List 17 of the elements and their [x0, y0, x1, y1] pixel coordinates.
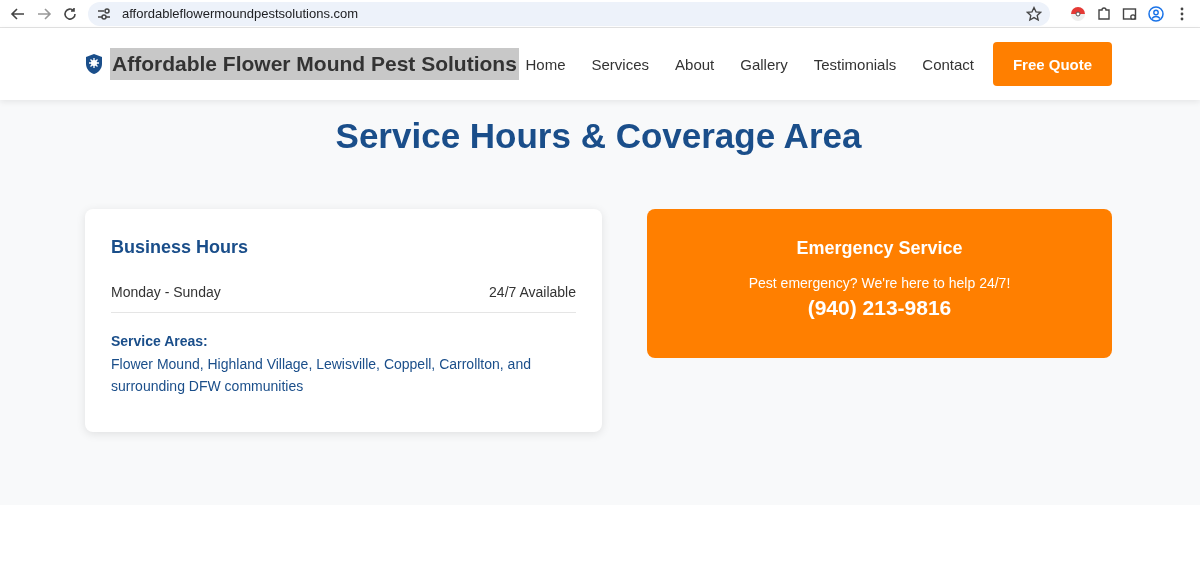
card-title: Emergency Service [795, 238, 964, 259]
areas-label: Service Areas: [111, 333, 209, 349]
site-name[interactable]: Affordable Flower Mound Pest Solutions [110, 48, 519, 80]
nav-link[interactable]: Services [591, 55, 650, 73]
nav-link[interactable]: Home [525, 55, 566, 73]
card-title: Business Hours [111, 237, 250, 258]
areas-text: Flower Mound, Highland Village, Lewisville, Coppell, Carrollton, and surrounding DFW communities [111, 355, 532, 396]
section-title: Service Hours & Coverage Area [334, 116, 863, 156]
hours-text: 24/7 Available [489, 284, 576, 300]
phone-number: (940) 213-9816 [806, 296, 953, 320]
emergency-text: Pest emergency? We're here to help 24/7! [747, 275, 1012, 291]
nav-link[interactable]: Contact [922, 55, 974, 73]
nav-link[interactable]: Testimonials [813, 55, 897, 73]
nav-link[interactable]: Gallery [740, 55, 788, 73]
day-range: Monday - Sunday [111, 284, 221, 300]
nav-link[interactable]: About [675, 55, 715, 73]
url-text[interactable]: affordableflowermoundpestsolutions.com [122, 6, 359, 21]
